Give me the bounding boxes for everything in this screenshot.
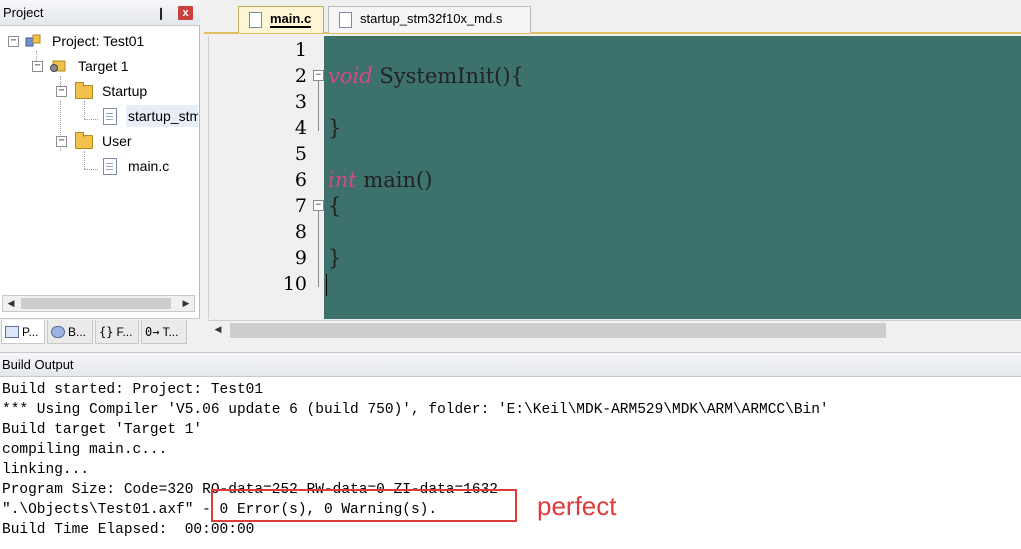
tab-main-c[interactable]: main.c: [238, 6, 324, 33]
build-output-line: compiling main.c...: [2, 442, 168, 458]
tab-label: T...: [162, 325, 179, 339]
templates-tab-icon: 0→: [145, 325, 160, 339]
keyword-void: void: [328, 64, 373, 88]
fold-guide: [318, 81, 319, 131]
line-number: 7: [294, 195, 307, 217]
code-line-2: void SystemInit(){: [328, 63, 524, 89]
project-panel-title-text: Project: [3, 5, 44, 20]
code-editor[interactable]: void SystemInit(){ } int main() { }: [324, 36, 1021, 319]
tree-item-startup-group[interactable]: − Startup: [0, 80, 198, 102]
code-text: SystemInit(){: [372, 64, 524, 88]
annotation-text: perfect: [537, 491, 617, 521]
build-output-line: linking...: [2, 462, 90, 478]
tree-item-label: startup_stm32f10x_md.s: [126, 105, 198, 127]
result-highlight-box: [211, 489, 517, 522]
code-text: main(): [356, 168, 433, 192]
tree-item-target[interactable]: − Target 1: [0, 55, 198, 77]
project-tab-icon: [5, 326, 19, 338]
tree-item-label: Target 1: [78, 58, 129, 74]
tree-item-startup-file[interactable]: startup_stm32f10x_md.s: [0, 105, 198, 127]
collapse-icon[interactable]: −: [56, 86, 67, 97]
close-icon[interactable]: x: [178, 6, 193, 20]
build-output-title: Build Output: [0, 353, 1021, 377]
scroll-right-icon[interactable]: ▶: [178, 296, 194, 311]
fold-collapse-icon[interactable]: −: [313, 70, 324, 81]
functions-tab-icon: {}: [99, 325, 114, 339]
target-icon: [50, 60, 66, 72]
line-number-gutter: 1 2 3 4 5 6 7 8 9 10 − −: [208, 36, 328, 319]
tab-label: startup_stm32f10x_md.s: [360, 11, 503, 26]
code-line-4: }: [328, 116, 342, 140]
fold-guide: [318, 211, 319, 287]
line-number: 3: [294, 91, 307, 113]
tree-item-label: Project: Test01: [52, 33, 145, 49]
project-horizontal-scrollbar[interactable]: ◀ ▶: [2, 295, 195, 312]
fold-collapse-icon[interactable]: −: [313, 200, 324, 211]
file-icon: [249, 12, 262, 28]
keyword-int: int: [328, 168, 357, 192]
collapse-icon[interactable]: −: [8, 36, 19, 47]
tab-label: main.c: [270, 11, 312, 28]
tab-templates[interactable]: 0→ T...: [141, 320, 187, 344]
tree-item-user-group[interactable]: − User: [0, 130, 198, 152]
tree-item-label: User: [102, 133, 132, 149]
line-number: 10: [282, 273, 307, 295]
collapse-icon[interactable]: −: [56, 136, 67, 147]
project-panel-tabs: P... B... {} F... 0→ T...: [0, 318, 200, 346]
line-number: 8: [294, 221, 307, 243]
line-number: 1: [294, 39, 307, 61]
tree-item-label: Startup: [102, 83, 148, 99]
tab-startup-s[interactable]: startup_stm32f10x_md.s: [328, 6, 531, 33]
line-number: 9: [294, 247, 307, 269]
tab-label: P...: [22, 325, 39, 339]
tab-functions[interactable]: {} F...: [95, 320, 139, 344]
tab-project[interactable]: P...: [1, 320, 45, 344]
line-number: 4: [294, 117, 307, 139]
code-line-7: {: [328, 194, 342, 218]
folder-icon: [75, 82, 93, 99]
tree-item-main-file[interactable]: main.c: [0, 155, 198, 177]
code-line-6: int main(): [328, 167, 432, 193]
scroll-left-icon[interactable]: ◀: [210, 322, 226, 337]
line-number: 5: [294, 143, 307, 165]
tab-label: F...: [116, 325, 133, 339]
scroll-thumb[interactable]: [230, 323, 886, 338]
file-icon: [339, 12, 352, 28]
pin-icon[interactable]: ❙: [154, 0, 168, 26]
line-number: 6: [294, 169, 307, 191]
file-icon: [103, 158, 117, 175]
build-output-line: Build Time Elapsed: 00:00:00: [2, 522, 255, 538]
text-caret: [326, 274, 327, 296]
project-icon: [25, 34, 41, 47]
collapse-icon[interactable]: −: [32, 61, 43, 72]
editor-area: main.c startup_stm32f10x_md.s 1 2 3 4 5 …: [204, 0, 1021, 346]
code-line-9: }: [328, 246, 342, 270]
project-tree: − Project: Test01 − Target 1 − Startup s…: [0, 29, 198, 291]
build-output-line: Build target 'Target 1': [2, 422, 203, 438]
scroll-left-icon[interactable]: ◀: [3, 296, 19, 311]
file-icon: [103, 108, 117, 125]
build-output-line: Build started: Project: Test01: [2, 382, 264, 398]
scroll-thumb[interactable]: [21, 298, 171, 309]
tab-books[interactable]: B...: [47, 320, 93, 344]
line-number: 2: [294, 65, 307, 87]
editor-tab-strip: main.c startup_stm32f10x_md.s: [204, 0, 1021, 34]
project-panel-title: Project ❙ x: [0, 0, 200, 26]
books-tab-icon: [51, 326, 65, 338]
tree-item-label: main.c: [128, 158, 170, 174]
project-panel: Project ❙ x − Project: Test01 − Target 1…: [0, 0, 200, 346]
tree-item-project[interactable]: − Project: Test01: [0, 30, 198, 52]
folder-icon: [75, 132, 93, 149]
tab-label: B...: [68, 325, 87, 339]
build-output-line: *** Using Compiler 'V5.06 update 6 (buil…: [2, 402, 829, 418]
editor-horizontal-scrollbar[interactable]: ◀: [208, 320, 1021, 340]
